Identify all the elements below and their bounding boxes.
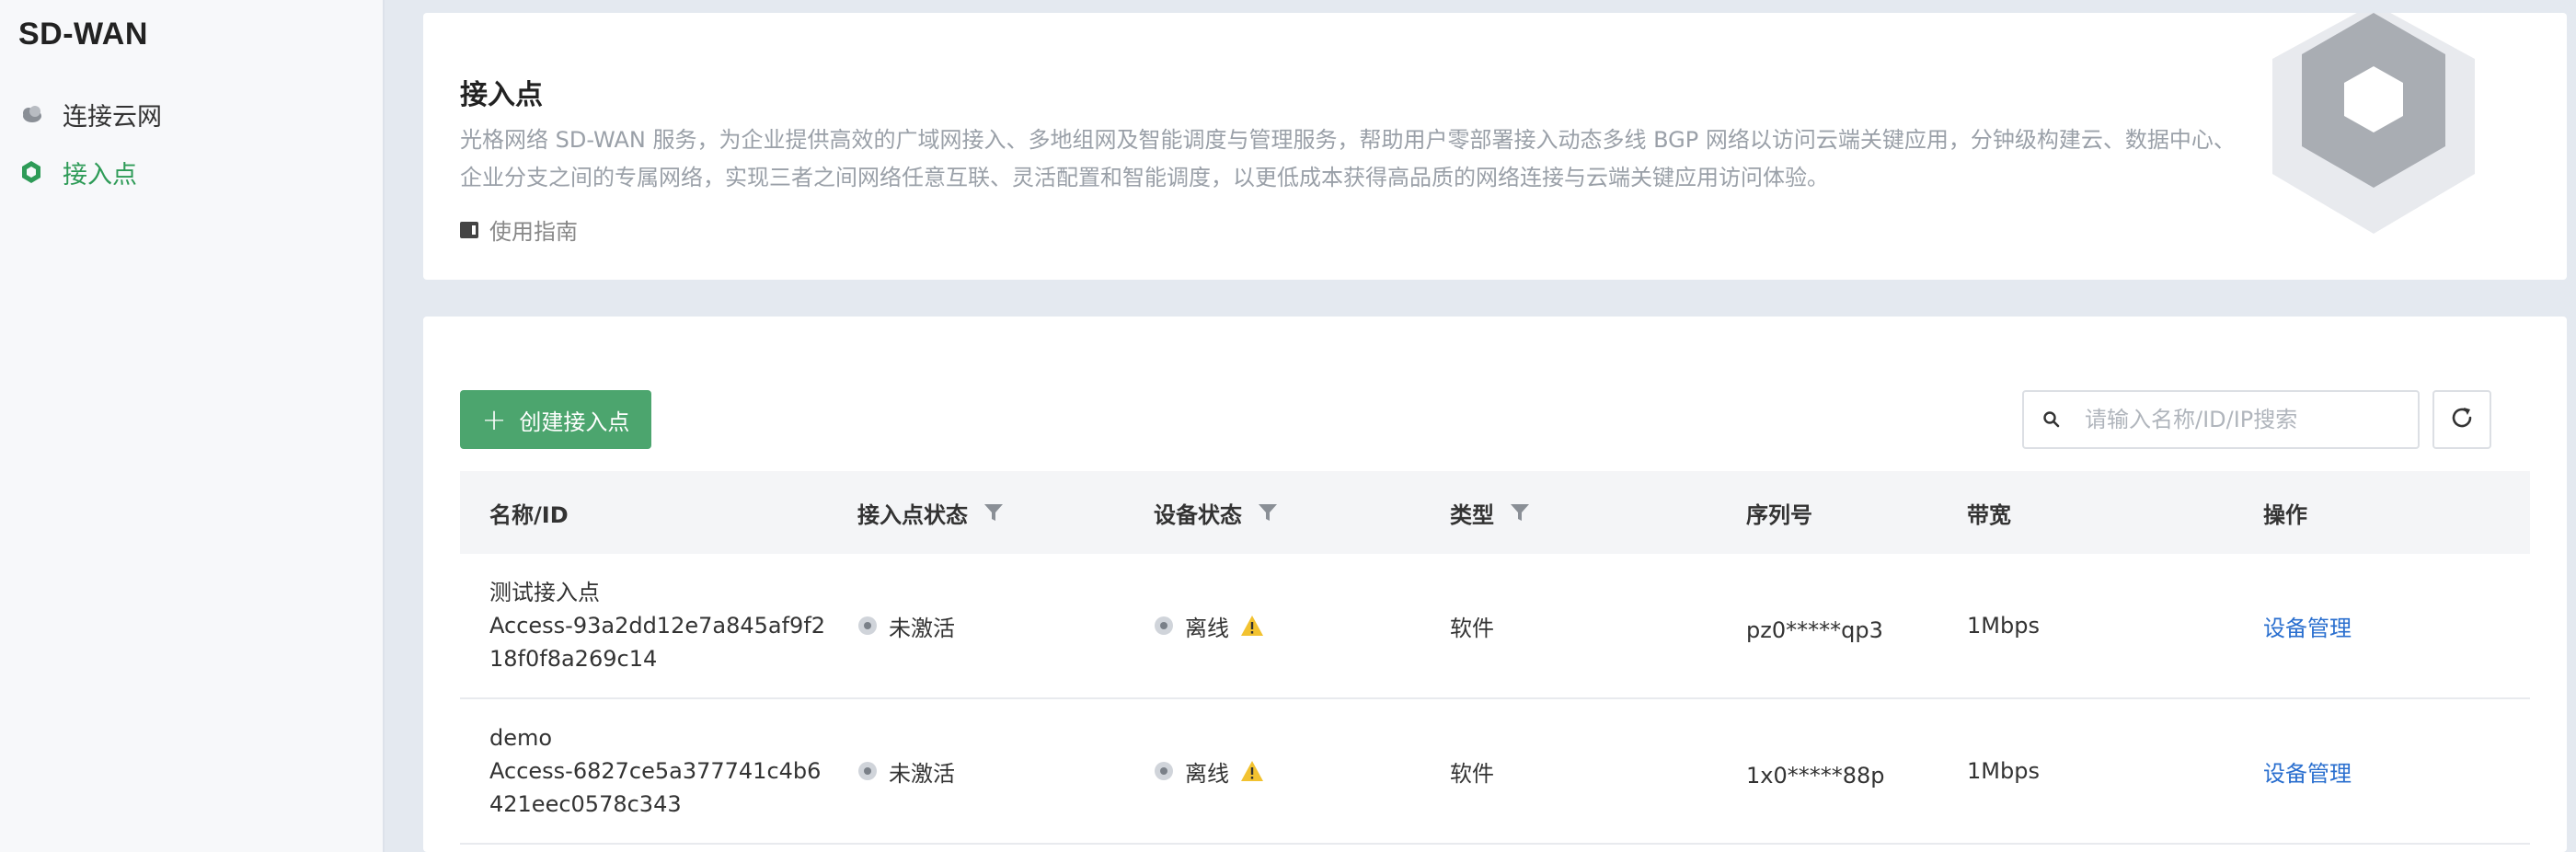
action-cell: 设备管理 <box>2234 699 2530 843</box>
type-cell: 软件 <box>1420 554 1717 697</box>
sidebar-item-access-point[interactable]: 接入点 <box>18 150 137 194</box>
book-icon <box>460 221 478 238</box>
ap-status-cell: 未激活 <box>828 699 1124 843</box>
device-management-link[interactable]: 设备管理 <box>2263 755 2352 788</box>
access-point-list-card: + 创建接入点 名称/ID <box>423 317 2567 852</box>
search-box <box>2022 390 2420 449</box>
column-header-bandwidth: 带宽 <box>1938 471 2234 554</box>
type-cell: 软件 <box>1420 699 1717 843</box>
serial-text: 1x0*****88p <box>1746 763 1885 789</box>
column-header-label: 设备状态 <box>1154 501 1242 528</box>
bandwidth-text: 1Mbps <box>1967 613 2040 639</box>
action-cell: 设备管理 <box>2234 554 2530 697</box>
column-header-name: 名称/ID <box>460 471 828 554</box>
column-header-label: 操作 <box>2263 501 2307 528</box>
type-text: 软件 <box>1450 760 1494 787</box>
page-title: 接入点 <box>460 79 543 111</box>
sidebar-item-label: 接入点 <box>63 160 137 190</box>
search-icon <box>2042 410 2061 429</box>
column-header-serial: 序列号 <box>1717 471 1938 554</box>
filter-icon[interactable] <box>983 501 1005 524</box>
name-cell: 测试接入点 Access-93a2dd12e7a845af9f2 18f0f8a… <box>460 554 828 697</box>
filter-icon[interactable] <box>1257 501 1279 524</box>
table-header: 名称/ID 接入点状态 设备状态 类型 序列号 带宽 操作 <box>460 471 2530 554</box>
offline-status-icon <box>1154 761 1174 781</box>
user-guide-label: 使用指南 <box>489 219 578 245</box>
cloud-icon <box>18 101 44 127</box>
serial-cell: pz0*****qp3 <box>1717 554 1938 697</box>
device-status-cell: 离线 <box>1124 699 1420 843</box>
hexagon-illustration-icon <box>2245 4 2502 243</box>
column-header-device-status: 设备状态 <box>1124 471 1420 554</box>
filter-icon[interactable] <box>1509 501 1531 524</box>
column-header-type: 类型 <box>1420 471 1717 554</box>
bandwidth-cell: 1Mbps <box>1938 554 2234 697</box>
page-description: 光格网络 SD-WAN 服务，为企业提供高效的广域网接入、多地组网及智能调度与管… <box>460 127 2236 190</box>
ap-status-text: 未激活 <box>889 760 955 787</box>
table-row: demo Access-6827ce5a377741c4b6 421eec057… <box>460 699 2530 845</box>
device-status-cell: 离线 <box>1124 554 1420 697</box>
refresh-icon <box>2448 404 2476 435</box>
hexagon-icon <box>18 159 44 185</box>
create-access-point-label: 创建接入点 <box>519 409 630 435</box>
refresh-button[interactable] <box>2432 390 2491 449</box>
access-point-id: Access-6827ce5a377741c4b6 <box>489 758 822 784</box>
sidebar-item-cloud-network[interactable]: 连接云网 <box>18 92 162 136</box>
bandwidth-cell: 1Mbps <box>1938 699 2234 843</box>
plus-icon: + <box>481 402 507 437</box>
ap-status-cell: 未激活 <box>828 554 1124 697</box>
sidebar: SD-WAN 连接云网 接入点 <box>0 0 385 852</box>
table-row: 测试接入点 Access-93a2dd12e7a845af9f2 18f0f8a… <box>460 554 2530 699</box>
column-header-label: 带宽 <box>1967 501 2011 528</box>
column-header-ap-status: 接入点状态 <box>828 471 1124 554</box>
warning-icon[interactable] <box>1240 615 1264 637</box>
ap-status-text: 未激活 <box>889 615 955 641</box>
serial-cell: 1x0*****88p <box>1717 699 1938 843</box>
sidebar-title: SD-WAN <box>18 17 148 52</box>
user-guide-link[interactable]: 使用指南 <box>460 213 578 246</box>
device-management-link[interactable]: 设备管理 <box>2263 610 2352 642</box>
main-content: 接入点 光格网络 SD-WAN 服务，为企业提供高效的广域网接入、多地组网及智能… <box>423 0 2576 852</box>
offline-status-icon <box>1154 616 1174 636</box>
column-header-action: 操作 <box>2234 471 2530 554</box>
inactive-status-icon <box>857 761 878 781</box>
bandwidth-text: 1Mbps <box>1967 758 2040 784</box>
device-status-text: 离线 <box>1185 760 1229 787</box>
column-header-label: 序列号 <box>1746 501 1812 528</box>
type-text: 软件 <box>1450 615 1494 641</box>
access-point-id: Access-93a2dd12e7a845af9f2 <box>489 613 826 639</box>
access-point-name: 测试接入点 <box>489 580 600 605</box>
intro-card: 接入点 光格网络 SD-WAN 服务，为企业提供高效的广域网接入、多地组网及智能… <box>423 4 2567 280</box>
inactive-status-icon <box>857 616 878 636</box>
name-cell: demo Access-6827ce5a377741c4b6 421eec057… <box>460 699 828 843</box>
column-header-label: 名称/ID <box>489 501 569 528</box>
access-point-id: 421eec0578c343 <box>489 791 682 817</box>
warning-icon[interactable] <box>1240 760 1264 782</box>
column-header-label: 接入点状态 <box>857 501 968 528</box>
create-access-point-button[interactable]: + 创建接入点 <box>460 390 651 449</box>
device-status-text: 离线 <box>1185 615 1229 641</box>
access-point-name: demo <box>489 725 553 751</box>
access-point-table: 名称/ID 接入点状态 设备状态 类型 序列号 带宽 操作 测试接入点 Acce… <box>460 471 2530 845</box>
search-input[interactable] <box>2085 407 2398 432</box>
access-point-id: 18f0f8a269c14 <box>489 646 658 672</box>
sidebar-item-label: 连接云网 <box>63 102 162 132</box>
column-header-label: 类型 <box>1450 501 1494 528</box>
serial-text: pz0*****qp3 <box>1746 617 1883 643</box>
